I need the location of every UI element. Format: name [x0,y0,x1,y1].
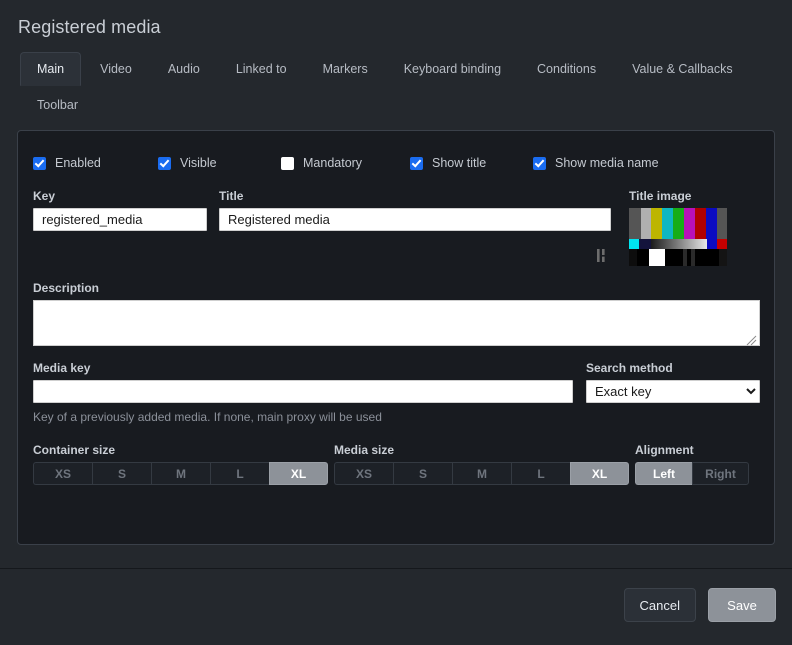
alignment-segmented-control: Left Right [635,462,759,485]
media-size-xs[interactable]: XS [334,462,393,485]
title-label: Title [219,189,244,203]
media-size-group: Media size XS S M L XL [334,443,629,485]
tab-bar-second-row: Toolbar [20,88,760,122]
cancel-button[interactable]: Cancel [623,588,696,622]
save-button[interactable]: Save [708,588,776,622]
checkbox-enabled[interactable]: Enabled [33,156,158,170]
tab-audio[interactable]: Audio [151,52,217,86]
checkbox-show-title[interactable]: Show title [410,156,533,170]
checkbox-mandatory[interactable]: Mandatory [281,156,410,170]
key-title-row: Key Title Title image [33,189,759,266]
alignment-left[interactable]: Left [635,462,692,485]
options-checkbox-row: Enabled Visible Mandatory Show title Sho… [33,151,759,175]
checkbox-visible-box[interactable] [158,156,171,170]
description-label: Description [33,281,100,295]
tab-main[interactable]: Main [20,52,82,86]
page-title: Registered media [18,17,161,37]
title-input[interactable] [219,208,611,231]
checkbox-enabled-label: Enabled [55,156,101,170]
checkbox-visible[interactable]: Visible [158,156,281,170]
container-size-l[interactable]: L [210,462,269,485]
container-size-s[interactable]: S [92,462,151,485]
tab-video[interactable]: Video [83,52,149,86]
media-key-hint: Key of a previously added media. If none… [33,410,382,424]
title-image-label: Title image [629,189,692,203]
checkbox-enabled-box[interactable] [33,156,46,170]
main-tab-panel: Enabled Visible Mandatory Show title Sho… [17,130,775,545]
tab-keyboard-binding[interactable]: Keyboard binding [387,52,518,86]
media-size-s[interactable]: S [393,462,452,485]
media-size-segmented-control: XS S M L XL [334,462,629,485]
checkbox-show-title-label: Show title [432,156,487,170]
tab-linked-to[interactable]: Linked to [219,52,304,86]
test-pattern-mid-band [629,239,727,249]
checkbox-show-media-name-label: Show media name [555,156,659,170]
tab-bar: Main Video Audio Linked to Markers Keybo… [0,38,760,122]
media-key-group: Media key [33,361,573,403]
media-size-l[interactable]: L [511,462,570,485]
resize-grip-icon[interactable] [596,249,607,262]
checkbox-visible-label: Visible [180,156,217,170]
description-group: Description [33,281,760,346]
alignment-group: Alignment Left Right [635,443,759,485]
title-image-thumbnail[interactable] [629,208,727,266]
container-size-group: Container size XS S M L XL [33,443,328,485]
key-field-group: Key [33,189,207,266]
key-label: Key [33,189,56,203]
container-size-segmented-control: XS S M L XL [33,462,328,485]
title-field-group: Title [219,189,611,266]
size-alignment-row: Container size XS S M L XL Media size XS… [33,443,759,485]
container-size-label: Container size [33,443,116,457]
key-input[interactable] [33,208,207,231]
alignment-right[interactable]: Right [692,462,749,485]
test-pattern-color-bars [629,208,727,239]
test-pattern-bottom-band [629,249,727,266]
media-size-xl[interactable]: XL [570,462,629,485]
media-size-label: Media size [334,443,395,457]
media-key-label: Media key [33,361,91,375]
tab-toolbar[interactable]: Toolbar [20,88,95,122]
description-textarea[interactable] [33,300,760,346]
container-size-m[interactable]: M [151,462,210,485]
tab-value-callbacks[interactable]: Value & Callbacks [615,52,750,86]
checkbox-show-title-box[interactable] [410,156,423,170]
search-method-select[interactable]: Exact key [586,380,760,403]
media-key-input[interactable] [33,380,573,403]
checkbox-show-media-name-box[interactable] [533,156,546,170]
footer-button-group: Cancel Save [623,588,776,622]
checkbox-show-media-name[interactable]: Show media name [533,156,659,170]
registered-media-dialog: Registered media Main Video Audio Linked… [0,0,792,645]
checkbox-mandatory-box[interactable] [281,156,294,170]
search-method-label: Search method [586,361,673,375]
media-size-m[interactable]: M [452,462,511,485]
dialog-footer: Cancel Save [0,569,792,645]
container-size-xs[interactable]: XS [33,462,92,485]
search-method-group: Search method Exact key [586,361,760,403]
checkbox-mandatory-label: Mandatory [303,156,363,170]
tab-markers[interactable]: Markers [306,52,385,86]
tab-conditions[interactable]: Conditions [520,52,613,86]
container-size-xl[interactable]: XL [269,462,328,485]
media-key-row: Media key Search method Exact key [33,361,760,403]
alignment-label: Alignment [635,443,694,457]
title-image-group: Title image [629,189,759,266]
